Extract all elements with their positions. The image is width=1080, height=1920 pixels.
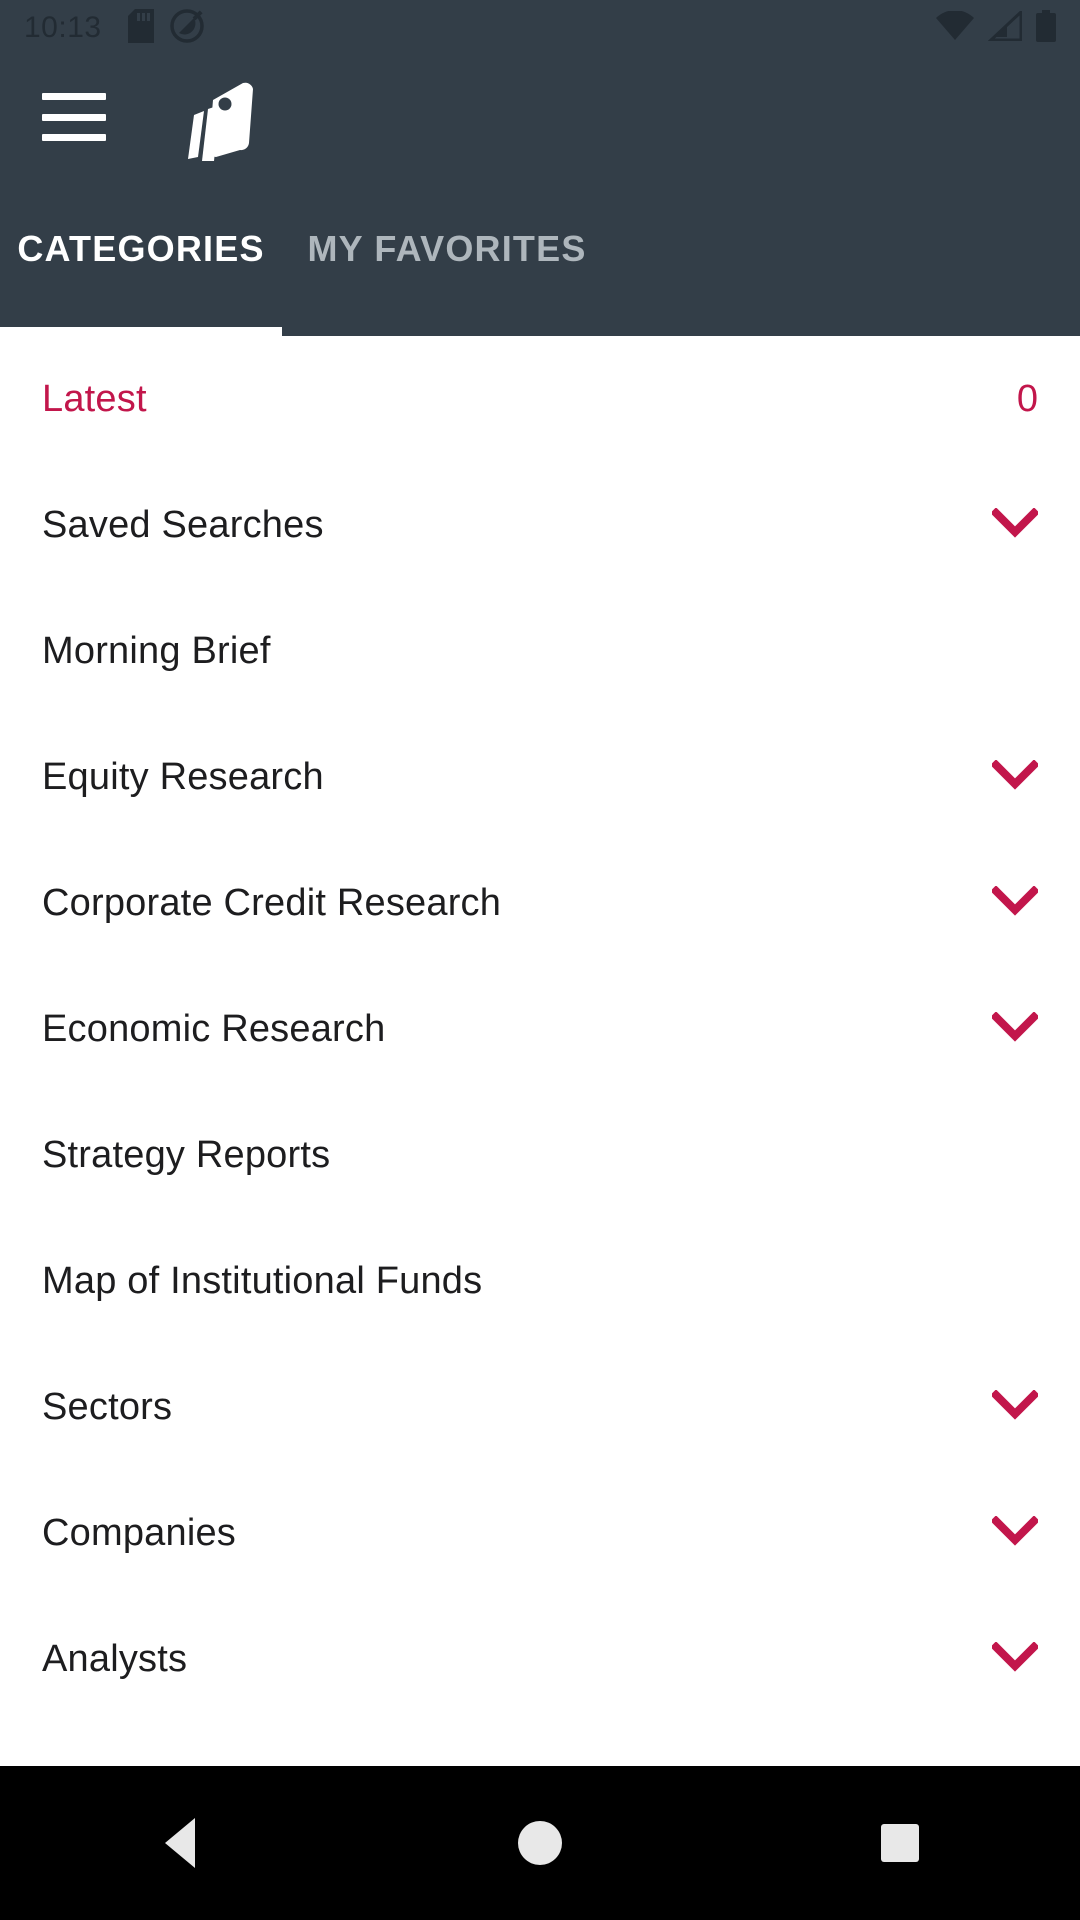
list-item-trailing [990, 506, 1040, 543]
home-circle-icon [518, 1821, 562, 1865]
tab-my-favorites[interactable]: MY FAVORITES [282, 178, 612, 336]
home-button[interactable] [480, 1783, 600, 1903]
list-item-label: Companies [42, 1511, 237, 1554]
list-item-companies[interactable]: Companies [0, 1470, 1080, 1596]
chevron-down-icon[interactable] [990, 758, 1040, 795]
do-not-disturb-icon [169, 8, 204, 48]
list-item-strategy-reports[interactable]: Strategy Reports [0, 1092, 1080, 1218]
recents-button[interactable] [840, 1783, 960, 1903]
list-item-trailing [990, 758, 1040, 795]
list-item-equity-research[interactable]: Equity Research [0, 714, 1080, 840]
back-triangle-icon [165, 1818, 195, 1868]
list-item-label: Latest [42, 377, 147, 420]
tab-bar: CATEGORIES MY FAVORITES [0, 178, 1080, 336]
wifi-icon [936, 9, 974, 46]
list-item-label: Morning Brief [42, 629, 271, 672]
cellular-signal-icon [987, 8, 1023, 46]
back-button[interactable] [120, 1783, 240, 1903]
list-item-trailing [990, 1640, 1040, 1677]
list-item-label: Map of Institutional Funds [42, 1259, 483, 1302]
chevron-down-icon[interactable] [990, 1388, 1040, 1425]
hamburger-menu-icon[interactable] [42, 93, 106, 141]
list-item-label: Strategy Reports [42, 1133, 331, 1176]
chevron-down-icon[interactable] [990, 1640, 1040, 1677]
phone-screen: 10:13 CATEGORIES MY FAVORITES Latest 0 S… [0, 0, 1080, 1920]
list-item-label: Analysts [42, 1637, 188, 1680]
chevron-down-icon[interactable] [990, 1514, 1040, 1551]
android-navigation-bar [0, 1766, 1080, 1920]
list-item-label: Sectors [42, 1385, 173, 1428]
list-item-trailing [990, 884, 1040, 921]
tab-categories-label: CATEGORIES [17, 228, 265, 269]
list-item-saved-searches[interactable]: Saved Searches [0, 462, 1080, 588]
hamburger-bar-2 [42, 113, 106, 121]
list-item-trailing: 0 [1017, 378, 1038, 421]
list-item-label: Equity Research [42, 755, 324, 798]
list-item-economic-research[interactable]: Economic Research [0, 966, 1080, 1092]
list-item-label: Saved Searches [42, 503, 324, 546]
list-item-label: Corporate Credit Research [42, 881, 502, 924]
app-bar [0, 56, 1080, 178]
list-item-morning-brief[interactable]: Morning Brief [0, 588, 1080, 714]
list-item-trailing [990, 1388, 1040, 1425]
status-bar-clock: 10:13 [24, 11, 102, 44]
hamburger-bar-3 [42, 134, 106, 141]
sd-card-icon [127, 8, 154, 48]
status-bar-left-icons [127, 8, 204, 48]
latest-count-badge: 0 [1016, 377, 1038, 420]
category-list[interactable]: Latest 0 Saved Searches Morning Brief Eq… [0, 336, 1080, 1766]
list-item-latest[interactable]: Latest 0 [0, 336, 1080, 462]
hamburger-bar-1 [42, 93, 106, 100]
list-item-analysts[interactable]: Analysts [0, 1596, 1080, 1722]
tag-stack-logo-icon[interactable] [164, 71, 256, 163]
list-item-trailing [990, 1010, 1040, 1047]
chevron-down-icon[interactable] [990, 506, 1040, 543]
list-item-sectors[interactable]: Sectors [0, 1344, 1080, 1470]
list-item-trailing [990, 1514, 1040, 1551]
recents-square-icon [881, 1824, 919, 1862]
list-item-label: Economic Research [42, 1007, 386, 1050]
status-bar-right-icons [936, 8, 1056, 47]
chevron-down-icon[interactable] [990, 1010, 1040, 1047]
tab-categories[interactable]: CATEGORIES [0, 178, 282, 336]
status-bar: 10:13 [0, 0, 1080, 56]
list-item-map-of-institutional-funds[interactable]: Map of Institutional Funds [0, 1218, 1080, 1344]
tab-my-favorites-label: MY FAVORITES [307, 228, 587, 269]
list-item-corporate-credit-research[interactable]: Corporate Credit Research [0, 840, 1080, 966]
chevron-down-icon[interactable] [990, 884, 1040, 921]
battery-icon [1036, 9, 1056, 47]
